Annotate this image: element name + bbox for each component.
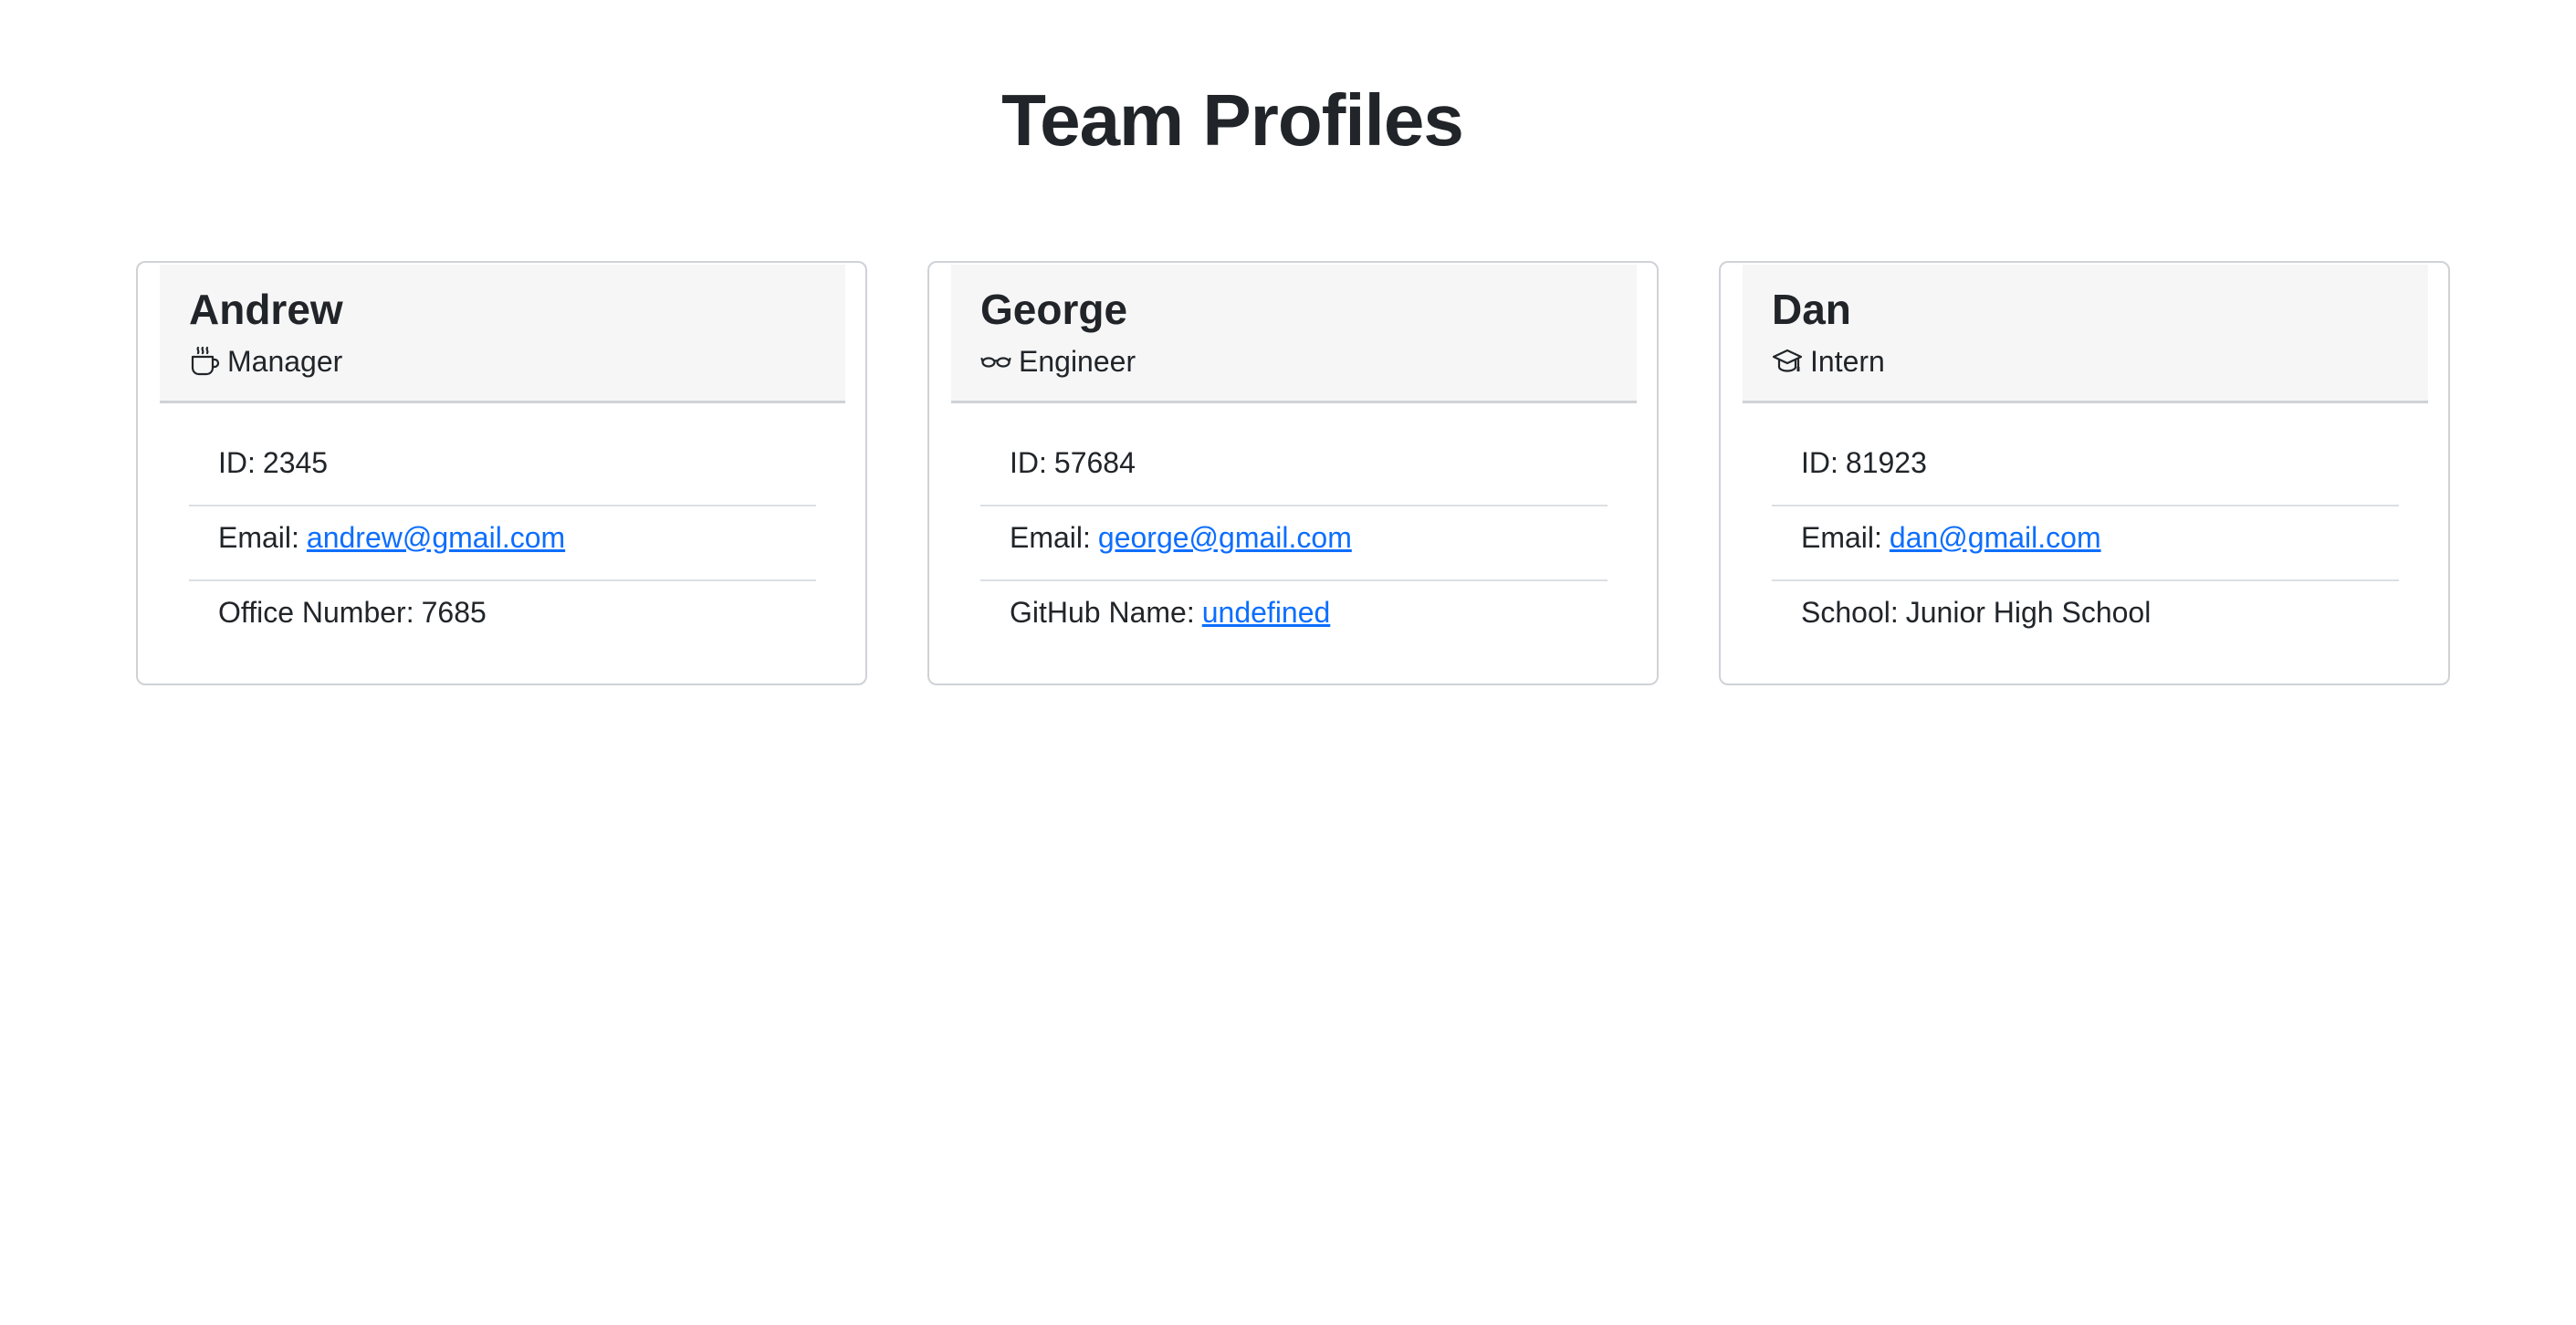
card-header: Andrew Manager xyxy=(160,265,845,403)
info-item-id: ID: 57684 xyxy=(980,432,1607,506)
member-role: Engineer xyxy=(980,344,1637,379)
role-label: Intern xyxy=(1810,345,1885,379)
info-list: ID: 2345 Email: andrew@gmail.com Office Nu… xyxy=(189,432,816,656)
id-value: 2345 xyxy=(262,446,329,479)
member-name: Dan xyxy=(1772,286,1851,333)
school-value: Junior High School xyxy=(1905,596,2152,629)
role-label: Engineer xyxy=(1019,345,1136,379)
id-label: ID: xyxy=(218,446,256,479)
info-item-id: ID: 2345 xyxy=(189,432,816,506)
graduation-cap-icon xyxy=(1772,346,1803,377)
github-label: GitHub Name: xyxy=(1010,596,1195,629)
id-value: 57684 xyxy=(1053,446,1136,479)
office-number-value: 7685 xyxy=(421,596,487,629)
card-header: George Engineer xyxy=(951,265,1637,403)
profile-card-intern: Dan Intern ID: 81923 Email: dan@gmail.com … xyxy=(1719,261,2450,685)
info-item-github: GitHub Name: undefined xyxy=(980,581,1607,656)
id-label: ID: xyxy=(1801,446,1838,479)
id-value: 81923 xyxy=(1845,446,1927,479)
member-name: George xyxy=(980,286,1128,333)
page-title: Team Profiles xyxy=(1001,79,1464,161)
info-item-office-number: Office Number: 7685 xyxy=(189,581,816,656)
github-link[interactable]: undefined xyxy=(1202,596,1331,629)
school-label: School: xyxy=(1801,596,1899,629)
id-label: ID: xyxy=(1010,446,1047,479)
info-item-school: School: Junior High School xyxy=(1772,581,2399,656)
email-label: Email: xyxy=(1801,521,1882,554)
info-item-email: Email: george@gmail.com xyxy=(980,506,1607,581)
role-label: Manager xyxy=(227,345,343,379)
email-link[interactable]: andrew@gmail.com xyxy=(307,521,565,554)
card-header: Dan Intern xyxy=(1743,265,2428,403)
info-list: ID: 81923 Email: dan@gmail.com School: Juni… xyxy=(1772,432,2399,656)
email-label: Email: xyxy=(218,521,299,554)
glasses-icon xyxy=(980,346,1011,377)
email-link[interactable]: george@gmail.com xyxy=(1098,521,1352,554)
coffee-mug-icon xyxy=(189,346,220,377)
info-list: ID: 57684 Email: george@gmail.com GitHub N… xyxy=(980,432,1607,656)
profile-card-engineer: George Engineer ID: 57684 Email: george@gm… xyxy=(927,261,1659,685)
info-item-email: Email: andrew@gmail.com xyxy=(189,506,816,581)
member-role: Manager xyxy=(189,344,845,379)
profile-card-manager: Andrew Manager ID: 2345 Email: andrew@gmai… xyxy=(136,261,867,685)
email-label: Email: xyxy=(1010,521,1091,554)
info-item-email: Email: dan@gmail.com xyxy=(1772,506,2399,581)
email-link[interactable]: dan@gmail.com xyxy=(1890,521,2101,554)
member-role: Intern xyxy=(1772,344,2428,379)
office-number-label: Office Number: xyxy=(218,596,414,629)
member-name: Andrew xyxy=(189,286,343,333)
info-item-id: ID: 81923 xyxy=(1772,432,2399,506)
